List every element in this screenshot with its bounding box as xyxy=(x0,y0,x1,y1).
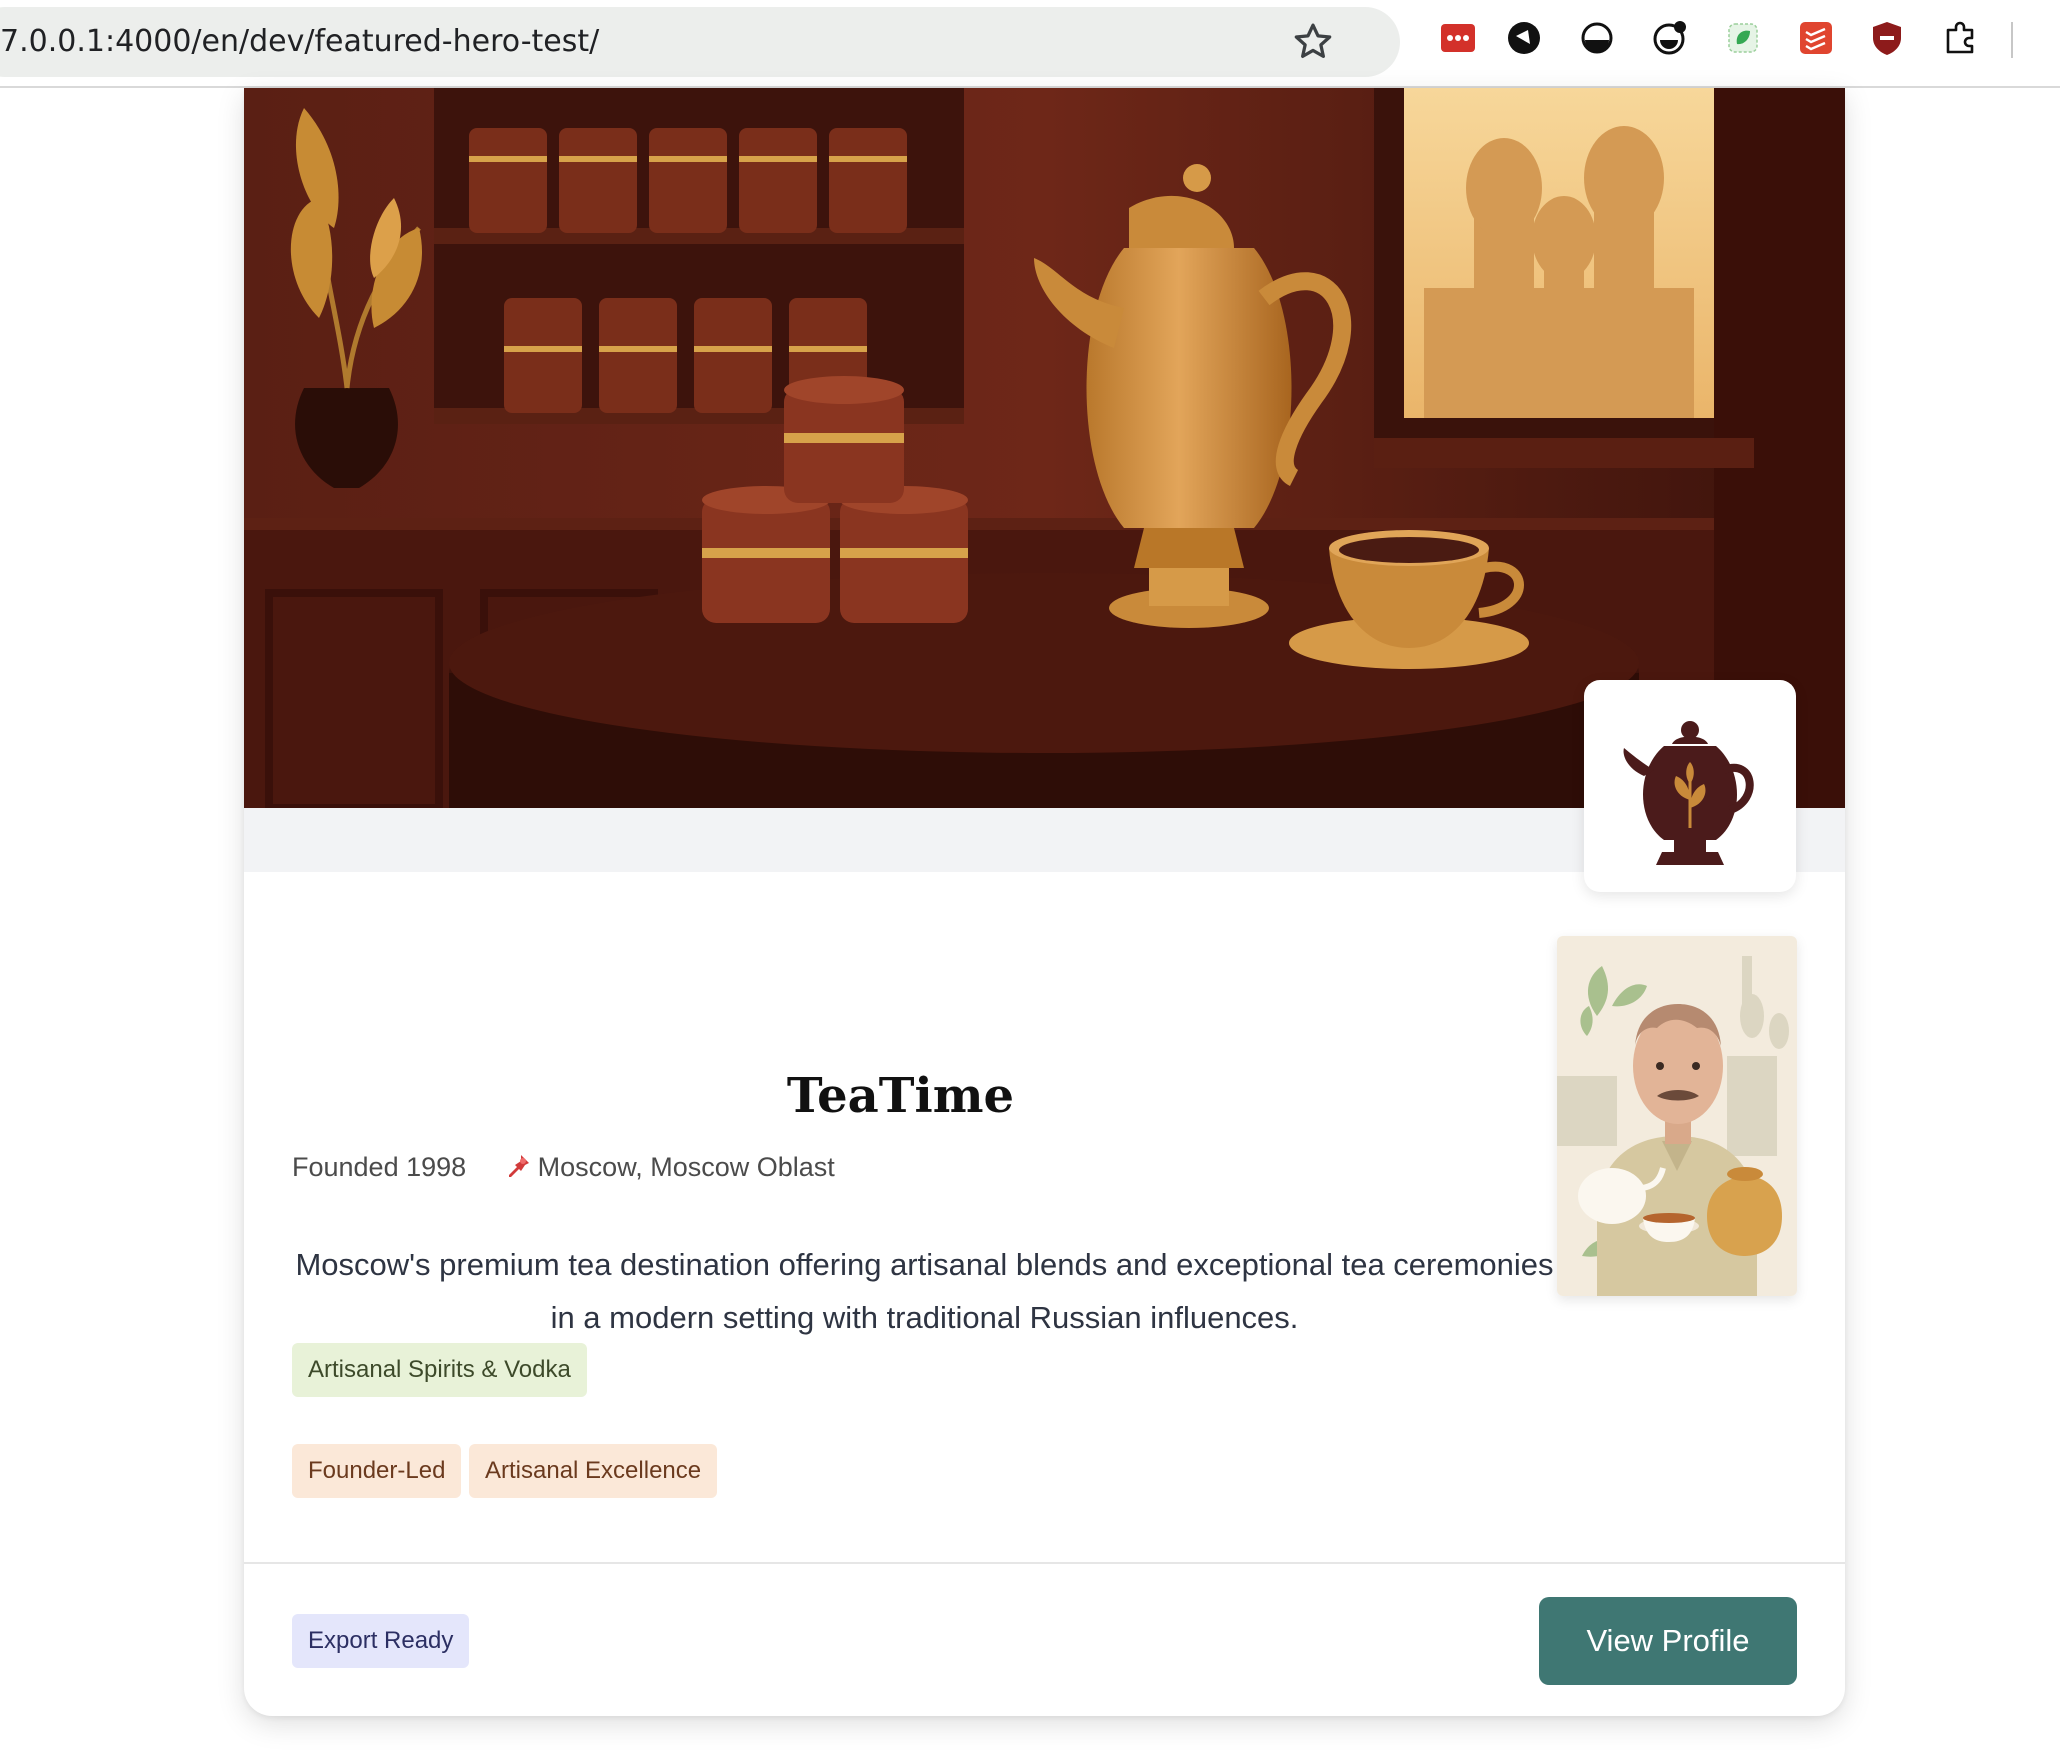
business-logo[interactable] xyxy=(1584,680,1796,892)
location-text: Moscow, Moscow Oblast xyxy=(537,1152,835,1182)
business-description: Moscow's premium tea destination offerin… xyxy=(295,1247,1554,1335)
extension-green-leaf-icon[interactable] xyxy=(1723,18,1763,58)
founder-portrait-illustration xyxy=(1557,936,1797,1296)
star-icon[interactable] xyxy=(1290,19,1336,65)
address-bar[interactable]: 7.0.0.1:4000/en/dev/featured-hero-test/ xyxy=(0,7,1400,77)
extension-red-dots-icon[interactable] xyxy=(1438,18,1478,58)
business-meta: Founded 1998 Moscow, Moscow Oblast xyxy=(292,1152,835,1183)
card-divider xyxy=(244,1562,1845,1564)
pushpin-icon xyxy=(508,1155,529,1177)
trait-tag-artisanal-excellence: Artisanal Excellence xyxy=(469,1444,718,1498)
extension-black-circle-icon[interactable] xyxy=(1504,18,1544,58)
view-profile-button[interactable]: View Profile xyxy=(1539,1597,1797,1685)
puzzle-icon[interactable] xyxy=(1940,18,1980,58)
status-badge: Export Ready xyxy=(292,1614,470,1668)
toolbar-divider xyxy=(2011,22,2013,58)
extension-shield-icon[interactable] xyxy=(1867,18,1907,58)
url-text[interactable]: 7.0.0.1:4000/en/dev/featured-hero-test/ xyxy=(0,7,599,77)
extension-half-circle-icon[interactable] xyxy=(1577,18,1617,58)
extension-red-list-icon[interactable] xyxy=(1796,18,1836,58)
founded-text: Founded 1998 xyxy=(292,1152,467,1182)
category-tag: Artisanal Spirits & Vodka xyxy=(292,1343,587,1397)
business-name: TeaTime xyxy=(786,1068,1015,1124)
founder-portrait xyxy=(1557,936,1797,1296)
extension-smiley-icon[interactable] xyxy=(1650,18,1690,58)
teapot-logo-icon xyxy=(1623,721,1754,865)
featured-business-card: TeaTime Founded 1998 Moscow, Moscow Obla… xyxy=(244,88,1845,1716)
location: Moscow, Moscow Oblast xyxy=(504,1152,835,1182)
browser-toolbar: 7.0.0.1:4000/en/dev/featured-hero-test/ xyxy=(0,0,2060,88)
trait-tag-founder-led: Founder-Led xyxy=(292,1444,462,1498)
